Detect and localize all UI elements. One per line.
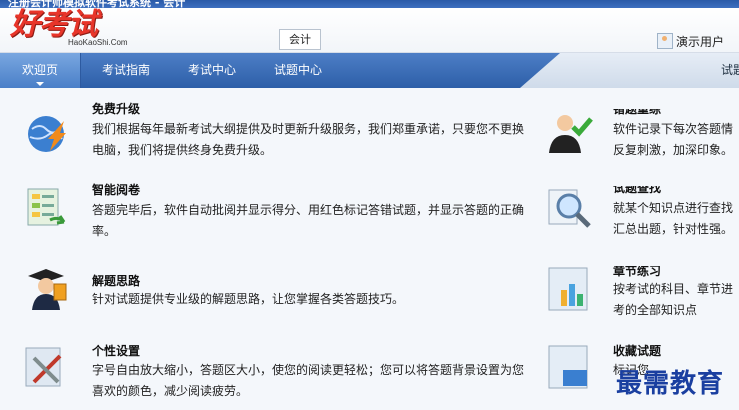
graduate-icon	[28, 269, 67, 310]
feature-solution-approach: 解题思路 针对试题提供专业级的解题思路，让您掌握各类答题技巧。	[24, 266, 534, 316]
subject-selector-button[interactable]: 会计	[279, 29, 321, 50]
feature-title: 试题查找	[613, 186, 662, 195]
logo-text: 好考试	[10, 7, 98, 42]
tab-exam-guide[interactable]: 考试指南	[88, 53, 164, 88]
feature-description: 软件记录下每次答题情反复刺激，加深印象。	[613, 122, 734, 157]
feature-personal-settings: 个性设置 字号自由放大缩小，答题区大小，使您的阅读更轻松；您可以将答题背景设置为…	[24, 344, 534, 404]
user-icon	[657, 33, 673, 49]
feature-title: 个性设置	[92, 344, 141, 358]
watermark-text: 最需教育	[616, 369, 725, 399]
feature-description: 就某个知识点进行查找汇总出题，针对性强。	[613, 201, 734, 236]
feature-question-search: 试题查找 就某个知识点进行查找汇总出题，针对性强。	[547, 186, 739, 246]
feature-description: 针对试题提供专业级的解题思路，让您掌握各类答题技巧。	[92, 292, 405, 306]
app-header: 好考试 HaoKaoShi.Com 会计 演示用户	[0, 8, 739, 53]
person-check-icon	[549, 115, 593, 153]
document-check-icon	[27, 188, 66, 226]
tools-icon	[25, 347, 62, 387]
logo-subtext: HaoKaoShi.Com	[68, 38, 128, 47]
feature-smart-grading: 智能阅卷 答题完毕后，软件自动批阅并显示得分、用红色标记答错试题，并显示答题的正…	[24, 183, 534, 246]
folder-icon	[548, 345, 588, 389]
tab-exam-center[interactable]: 考试中心	[174, 53, 250, 88]
user-menu[interactable]: 演示用户	[657, 33, 724, 50]
feature-description: 按考试的科目、章节进考的全部知识点	[613, 282, 734, 317]
feature-chapter-practice: 章节练习 按考试的科目、章节进考的全部知识点	[547, 266, 739, 326]
nav-right-panel: 试题	[520, 53, 739, 88]
feature-free-upgrade: 免费升级 我们根据每年最新考试大纲提供及时更新升级服务，我们郑重承诺，只要您不更…	[24, 102, 534, 171]
feature-description: 答题完毕后，软件自动批阅并显示得分、用红色标记答错试题，并显示答题的正确率。	[92, 203, 525, 238]
feature-title: 免费升级	[92, 102, 141, 116]
main-nav: 欢迎页 考试指南 考试中心 试题中心 试题	[0, 53, 739, 88]
feature-title: 错题重练	[613, 109, 662, 116]
globe-upgrade-icon	[28, 116, 66, 152]
tab-questions-right[interactable]: 试题	[718, 53, 739, 88]
feature-title: 解题思路	[92, 274, 141, 288]
magnifier-icon	[548, 189, 591, 228]
logo: 好考试 HaoKaoShi.Com	[10, 7, 128, 48]
feature-title: 收藏试题	[613, 344, 662, 358]
user-name: 演示用户	[676, 35, 725, 49]
tab-question-center[interactable]: 试题中心	[260, 53, 336, 88]
feature-title: 智能阅卷	[92, 183, 141, 197]
chart-icon	[548, 267, 588, 311]
feature-title: 章节练习	[613, 266, 662, 278]
feature-description: 我们根据每年最新考试大纲提供及时更新升级服务，我们郑重承诺，只要您不更换电脑，我…	[92, 122, 525, 157]
feature-description: 字号自由放大缩小，答题区大小，使您的阅读更轻松；您可以将答题背景设置为您喜欢的颜…	[92, 363, 525, 398]
feature-wrong-question-practice: 错题重练 软件记录下每次答题情反复刺激，加深印象。	[547, 109, 739, 169]
window-titlebar: 注册会计师模拟软件考试系统 - 会计	[0, 0, 739, 8]
tab-welcome[interactable]: 欢迎页	[0, 53, 81, 88]
